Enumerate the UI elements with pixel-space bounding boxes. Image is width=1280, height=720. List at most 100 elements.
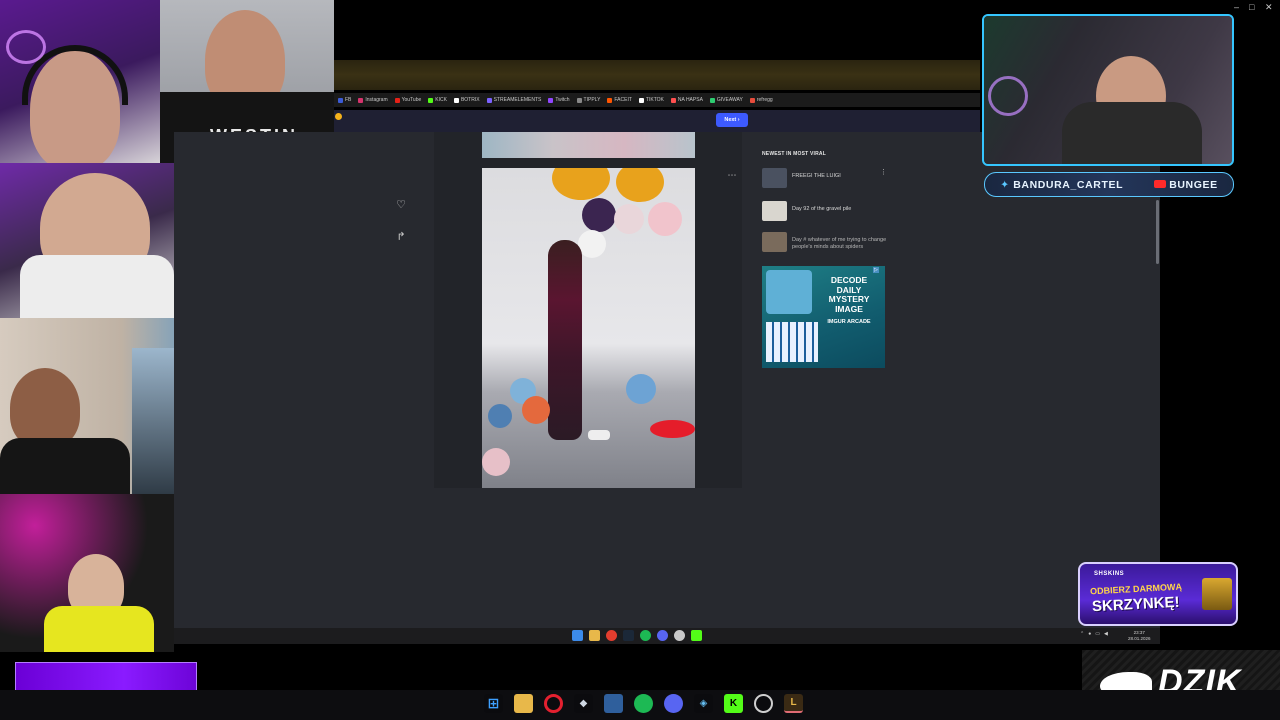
steam-icon[interactable]: ◆ [574,694,593,713]
twitter-handle-text: BANDURA_CARTEL [1013,178,1124,191]
bookmark-item[interactable]: Instagram [358,97,388,103]
network-icon[interactable]: ▭ [1095,631,1100,637]
settings-icon[interactable] [754,694,773,713]
bookmark-icon [749,97,755,103]
ad-choices-icon[interactable]: ▷ [873,267,879,273]
bookmark-label: FB [345,97,352,103]
bookmark-label: Twitch [555,97,570,103]
webcam-tile-1 [0,0,160,163]
chrome-icon[interactable] [606,630,617,641]
bookmark-label: TIKTOK [645,97,664,103]
webcam-tile-3 [0,163,174,318]
bookmark-label: GIVEAWAY [716,97,743,103]
bookmark-label: KICK [435,97,447,103]
discord-icon[interactable] [657,630,668,641]
spotify-icon[interactable] [640,630,651,641]
bookmark-label: refregg [756,97,773,103]
spotify-icon[interactable] [634,694,653,713]
bookmark-item[interactable]: YouTube [394,97,421,103]
site-logo-icon[interactable] [335,113,342,120]
windows-start-icon[interactable]: ⊞ [484,694,503,713]
bookmark-item[interactable]: refregg [749,97,773,103]
webcam-tile-5 [0,494,174,652]
bookmark-icon [486,97,492,103]
folder-icon[interactable] [514,694,533,713]
inner-taskbar-icons [572,630,702,641]
streamer-webcam [982,14,1234,166]
viral-more-icon[interactable]: ⋮ [880,168,887,176]
bookmark-label: Instagram [365,97,388,103]
bookmark-item[interactable]: TIKTOK [638,97,664,103]
bookmark-item[interactable]: TIPPLY [576,97,600,103]
bookmark-icon [358,97,364,103]
bookmark-label: BOTRIX [460,97,480,103]
minimize-icon[interactable]: – [1234,2,1239,12]
promo-banner: SHSKINS ODBIERZ DARMOWĄ SKRZYNKĘ! [1078,562,1238,626]
maximize-icon[interactable]: □ [1249,2,1254,12]
promo-line-2: SKRZYNKĘ! [1091,593,1180,616]
site-header [334,110,980,132]
post-image[interactable] [482,168,695,488]
browser-banner [334,60,980,90]
previous-post-image[interactable] [482,132,695,158]
tray-chevron-icon[interactable]: ⌃ [1080,631,1084,637]
bookmark-label: FACEIT [614,97,632,103]
viral-item-thumbnail [762,168,787,188]
close-icon[interactable]: ✕ [1265,2,1273,13]
bookmark-icon [338,97,343,103]
twitter-handle: ✦ BANDURA_CARTEL [1000,179,1123,191]
viral-section-title: NEWEST IN MOST VIRAL [762,151,826,157]
promo-brand: SHSKINS [1094,571,1125,577]
bookmark-icon [607,97,613,103]
clock-date: 28.01.2026 [1128,635,1151,641]
discord-icon[interactable] [664,694,683,713]
viral-item-title: FREEGI THE LUIGI [792,173,841,179]
chest-icon [1202,578,1232,610]
bookmark-icon [709,97,715,103]
viral-item-thumbnail [762,232,787,252]
settings-icon[interactable] [674,630,685,641]
bookmark-icon [394,97,400,103]
youtube-handle-text: BUNGEE [1169,178,1218,191]
monitor-icon[interactable] [604,694,623,713]
youtube-handle: BUNGEE [1153,178,1218,191]
viral-item-title: Day # whatever of me trying to change pe… [792,237,887,250]
kick-icon[interactable]: K [724,694,743,713]
share-icon[interactable]: ↱ [393,230,409,243]
bookmark-item[interactable]: KICK [428,97,447,103]
viral-item[interactable]: Day # whatever of me trying to change pe… [762,232,887,252]
bookmark-label: STREAMELEMENTS [493,97,542,103]
bookmark-item[interactable]: BOTRIX [453,97,480,103]
viral-item[interactable]: Day 92 of the gravel pile [762,201,887,221]
viral-item-thumbnail [762,201,787,221]
bookmark-item[interactable]: STREAMELEMENTS [486,97,542,103]
folder-icon[interactable] [589,630,600,641]
webcam-tile-4 [0,318,174,494]
bookmark-item[interactable]: FB [338,97,351,103]
bookmark-item[interactable]: NA HAPSA [670,97,703,103]
twitter-icon: ✦ [1000,178,1010,191]
windows-start-icon[interactable] [572,630,583,641]
favorite-icon[interactable]: ♡ [393,198,409,211]
ad-headline: DECODE DAILY MYSTERY IMAGE [828,275,870,314]
bookmark-item[interactable]: Twitch [548,97,570,103]
scrollbar[interactable] [1156,200,1159,264]
more-options-icon[interactable]: ⋯ [724,170,740,181]
clock[interactable]: 23:37 28.01.2026 [1128,630,1151,641]
bookmark-icon [670,97,676,103]
opera-icon[interactable] [544,694,563,713]
mic-icon[interactable]: ● [1088,631,1091,637]
bookmark-item[interactable]: FACEIT [607,97,632,103]
kick-icon[interactable] [691,630,702,641]
bookmark-icon [453,97,459,103]
viral-item[interactable]: FREEGI THE LUIGI [762,168,887,188]
volume-icon[interactable]: ◀ [1104,631,1108,637]
next-post-button[interactable]: Next › [716,113,748,127]
bookmark-item[interactable]: GIVEAWAY [709,97,743,103]
game-launcher-icon[interactable]: L [784,694,803,713]
bookmark-icon [548,97,554,103]
taskbar-icons: ⊞ ◆ ◈ K L [484,694,803,713]
steam-alt-icon[interactable]: ◈ [694,694,713,713]
steam-icon[interactable] [623,630,634,641]
advertisement[interactable]: DECODE DAILY MYSTERY IMAGE IMGUR ARCADE … [762,266,885,368]
